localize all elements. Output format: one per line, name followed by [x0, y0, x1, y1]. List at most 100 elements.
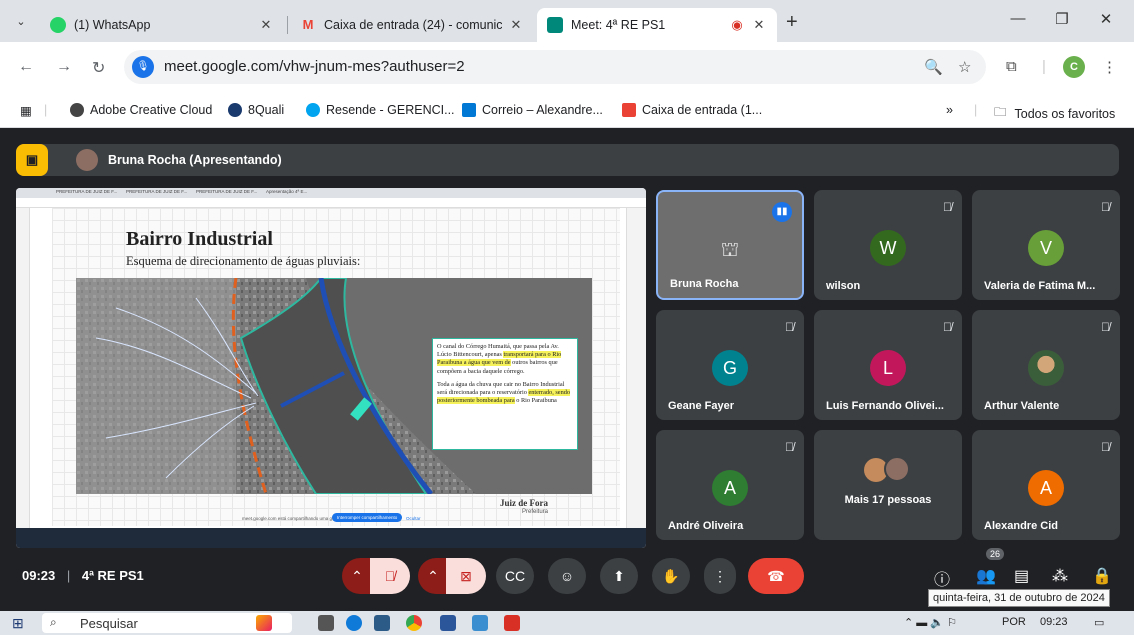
participant-name: Bruna Rocha: [670, 278, 739, 290]
bookmark-adobe[interactable]: Adobe Creative Cloud: [70, 103, 212, 117]
bookmark-star-icon[interactable]: ☆: [958, 58, 971, 76]
people-icon[interactable]: 👥: [976, 566, 996, 586]
mic-off-icon: 🎙̸: [1101, 320, 1110, 334]
chat-icon[interactable]: ▤: [1014, 566, 1029, 586]
participant-tile[interactable]: 🎙̸ A André Oliveira: [656, 430, 804, 540]
more-bookmarks-button[interactable]: »: [946, 103, 953, 117]
raise-hand-icon[interactable]: ✋: [652, 558, 690, 594]
participant-tile[interactable]: 🎙̸ V Valeria de Fatima M...: [972, 190, 1120, 300]
minimize-icon[interactable]: —: [996, 10, 1040, 27]
bookmark-gmail[interactable]: Caixa de entrada (1...: [622, 103, 762, 117]
shared-screen: PREFEITURA DE JUIZ DE F... PREFEITURA DE…: [16, 188, 646, 548]
tray-icons[interactable]: ⌃ ▬ 🔈 ⚐: [904, 616, 957, 629]
shared-tab: PREFEITURA DE JUIZ DE F...: [126, 189, 188, 194]
avatar: [884, 456, 910, 482]
bookmark-label: Correio – Alexandre...: [482, 103, 603, 117]
hide-notice-link[interactable]: Ocultar: [406, 516, 421, 521]
activities-icon[interactable]: ⁂: [1052, 566, 1068, 586]
restore-icon[interactable]: ❐: [1040, 10, 1084, 28]
all-favorites-folder[interactable]: 🗀 Todos os favoritos: [994, 103, 1115, 124]
edge-icon[interactable]: [346, 615, 362, 631]
mic-off-icon[interactable]: 🎙̸: [370, 558, 410, 594]
avatar: A: [712, 470, 748, 506]
captions-icon[interactable]: CC: [496, 558, 534, 594]
shared-right-panel: [626, 208, 646, 528]
people-count-badge: 26: [986, 548, 1005, 560]
site-info-icon[interactable]: 🎙: [132, 56, 154, 78]
word-icon[interactable]: [440, 615, 456, 631]
acrobat-icon[interactable]: [504, 615, 520, 631]
participant-tile[interactable]: ▮▮ ⛫ Bruna Rocha: [656, 190, 804, 300]
menu-kebab-icon[interactable]: ⋮: [1102, 58, 1117, 76]
video-options-button[interactable]: ⌃: [418, 558, 448, 594]
file-explorer-icon[interactable]: [374, 615, 390, 631]
participant-tile[interactable]: 🎙̸ G Geane Fayer: [656, 310, 804, 420]
bookmarks-divider: |: [974, 103, 978, 117]
notifications-icon[interactable]: ▭: [1094, 616, 1104, 629]
camera-off-icon[interactable]: ⊠: [446, 558, 486, 594]
8quali-icon: [228, 103, 242, 117]
bookmark-resende[interactable]: Resende - GERENCI...: [306, 103, 455, 117]
search-icon: ⌕: [50, 615, 57, 629]
meet-icon: [547, 17, 563, 33]
mic-off-icon: 🎙̸: [943, 320, 952, 334]
tab-meet[interactable]: Meet: 4ª RE PS1 ◉ ✕: [537, 8, 777, 42]
close-icon[interactable]: ✕: [508, 17, 524, 33]
slide-subtitle: Esquema de direcionamento de águas pluvi…: [126, 254, 361, 268]
address-bar[interactable]: 🎙 meet.google.com/vhw-jnum-mes?authuser=…: [124, 50, 986, 84]
tab-label: Meet: 4ª RE PS1: [571, 18, 666, 32]
reload-icon[interactable]: ↻: [92, 58, 105, 78]
close-icon[interactable]: ✕: [751, 17, 767, 33]
bookmark-outlook[interactable]: Correio – Alexandre...: [462, 103, 603, 117]
apps-grid-icon[interactable]: ▦: [20, 103, 32, 118]
shared-taskbar: [16, 528, 646, 548]
whatsapp-icon: [50, 17, 66, 33]
participant-tile[interactable]: 🎙̸ W wilson: [814, 190, 962, 300]
present-screen-icon[interactable]: ▣: [16, 144, 48, 176]
audio-options-button[interactable]: ⌃: [342, 558, 372, 594]
close-window-icon[interactable]: ✕: [1084, 10, 1128, 28]
more-participants-tile[interactable]: Mais 17 pessoas: [814, 430, 962, 540]
zoom-icon[interactable]: 🔍: [924, 58, 943, 76]
meeting-name: 4ª RE PS1: [81, 568, 144, 583]
task-view-icon[interactable]: [318, 615, 334, 631]
more-options-icon[interactable]: ⋮: [704, 558, 736, 594]
globe-icon: [70, 103, 84, 117]
mic-off-icon: 🎙̸: [1101, 440, 1110, 454]
leave-call-button[interactable]: ☎: [748, 558, 804, 594]
date-tooltip: quinta-feira, 31 de outubro de 2024: [928, 589, 1110, 607]
clock[interactable]: 09:23: [1040, 616, 1068, 628]
bookmark-8quali[interactable]: 8Quali: [228, 103, 284, 117]
new-tab-button[interactable]: +: [786, 12, 798, 32]
shared-left-panel: [16, 208, 30, 528]
chrome-icon[interactable]: [406, 615, 422, 631]
windows-start-icon[interactable]: ⊞: [12, 615, 24, 632]
recording-icon: ◉: [731, 17, 743, 32]
taskbar-search[interactable]: ⌕ Pesquisar: [42, 613, 292, 633]
tab-whatsapp[interactable]: (1) WhatsApp ✕: [40, 8, 284, 42]
outlook-icon: [462, 103, 476, 117]
participant-name: Alexandre Cid: [984, 520, 1058, 532]
participant-tile[interactable]: 🎙̸ Arthur Valente: [972, 310, 1120, 420]
profile-avatar[interactable]: C: [1063, 56, 1085, 78]
present-icon[interactable]: ⬆: [600, 558, 638, 594]
participant-tile[interactable]: 🎙̸ A Alexandre Cid: [972, 430, 1120, 540]
meeting-info-icon[interactable]: ⓘ: [934, 566, 950, 590]
close-icon[interactable]: ✕: [258, 17, 274, 33]
slide-note-box: O canal do Córrego Humaitá, que passa pe…: [432, 338, 578, 450]
separator: |: [66, 568, 71, 583]
copilot-icon[interactable]: [256, 615, 272, 631]
host-controls-icon[interactable]: 🔒: [1092, 566, 1112, 586]
emoji-icon[interactable]: ☺: [548, 558, 586, 594]
participant-name: André Oliveira: [668, 520, 744, 532]
bookmarks-divider: |: [44, 103, 48, 117]
tab-gmail[interactable]: M Caixa de entrada (24) - comunic ✕: [290, 8, 534, 42]
stop-sharing-button[interactable]: Interromper compartilhamento: [332, 513, 403, 522]
back-icon[interactable]: ←: [18, 58, 34, 76]
tab-search-dropdown[interactable]: ⌄: [10, 11, 32, 33]
forward-icon[interactable]: →: [56, 58, 72, 76]
app-icon[interactable]: [472, 615, 488, 631]
participant-tile[interactable]: 🎙̸ L Luis Fernando Olivei...: [814, 310, 962, 420]
language-indicator[interactable]: POR: [1002, 616, 1026, 628]
extensions-icon[interactable]: ⧉: [1006, 58, 1017, 75]
